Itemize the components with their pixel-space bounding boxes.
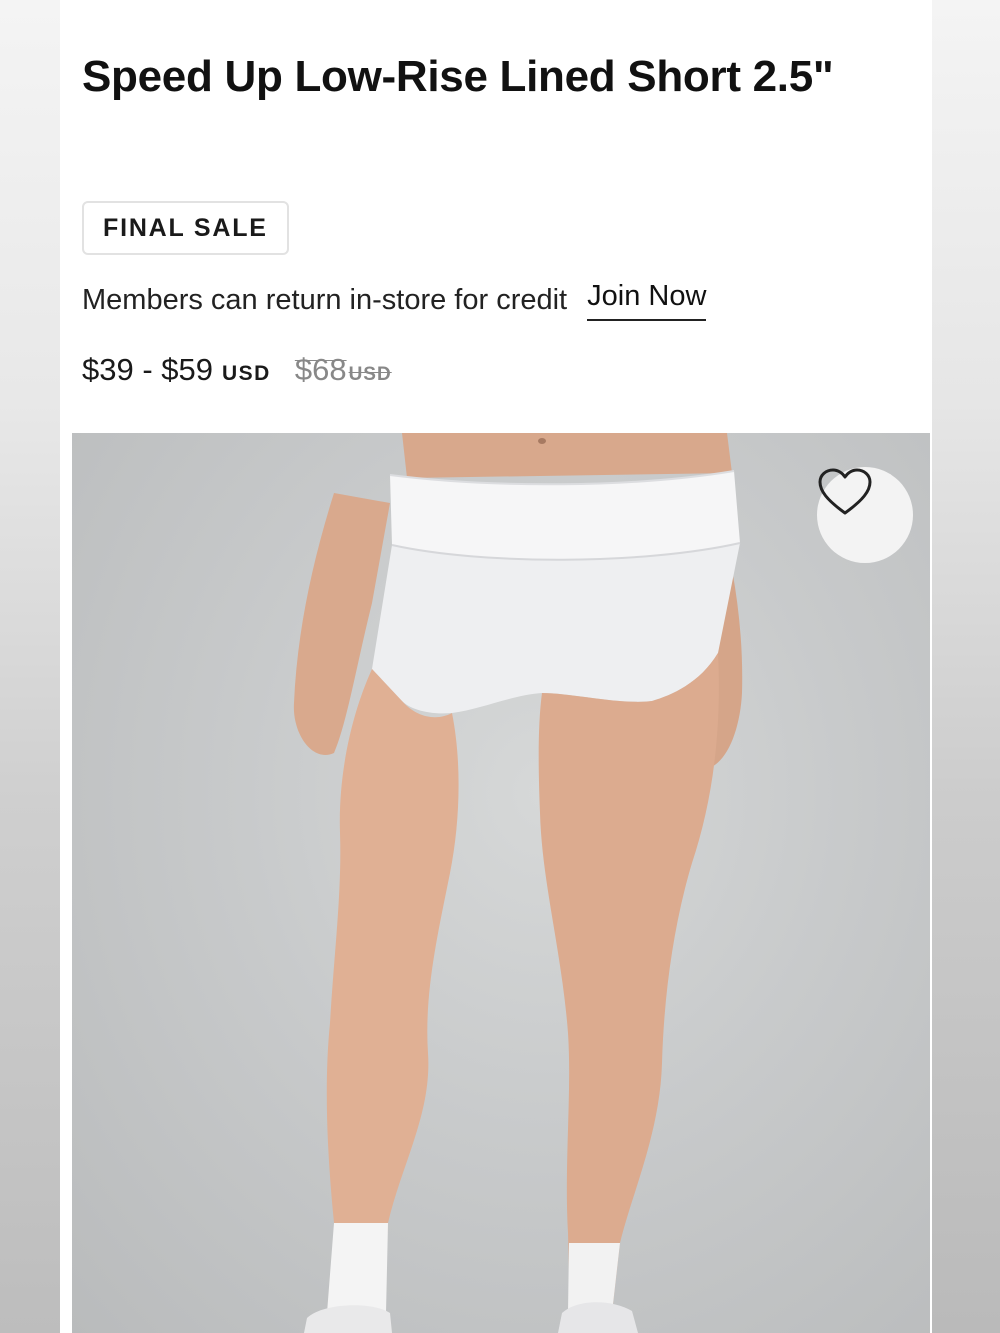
product-card: Speed Up Low-Rise Lined Short 2.5" FINAL…	[60, 0, 932, 1333]
product-photo-illustration	[293, 433, 743, 1333]
members-return-note: Members can return in-store for credit	[82, 284, 568, 316]
sale-price-currency: USD	[222, 362, 271, 385]
price-row: $39 - $59 USD $68 USD	[82, 352, 392, 388]
favorite-button[interactable]	[817, 467, 913, 563]
product-image[interactable]	[72, 433, 930, 1333]
background-blur-left	[0, 0, 60, 1333]
join-now-link[interactable]: Join Now	[587, 280, 707, 321]
heart-outline-icon	[818, 468, 872, 515]
original-price: $68 USD	[295, 352, 392, 388]
members-return-row: Members can return in-store for credit J…	[82, 280, 707, 321]
original-price-amount: $68	[294, 352, 347, 387]
product-title: Speed Up Low-Rise Lined Short 2.5"	[82, 52, 834, 101]
sale-price-range: $39 - $59	[82, 352, 213, 387]
background-blur-right	[932, 0, 1000, 1333]
final-sale-badge: FINAL SALE	[82, 201, 289, 255]
original-price-currency: USD	[348, 364, 392, 385]
